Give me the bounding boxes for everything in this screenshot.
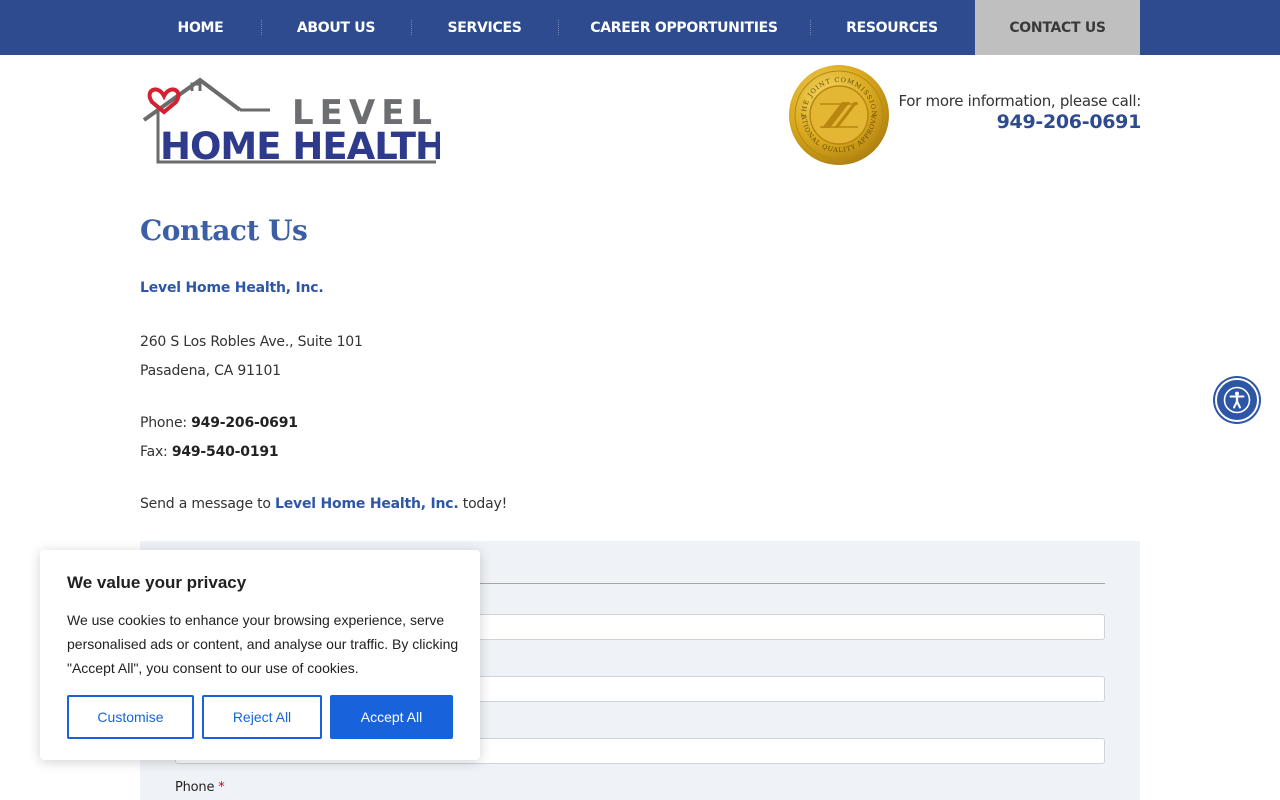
nav-item-contact-us[interactable]: CONTACT US: [975, 0, 1140, 55]
nav-item-services[interactable]: SERVICES: [411, 0, 558, 55]
fax-number: 949-540-0191: [171, 444, 279, 460]
phone-number[interactable]: 949-206-0691: [191, 415, 298, 431]
company-name-link[interactable]: Level Home Health, Inc.: [140, 280, 1140, 300]
gold-seal-icon: THE JOINT COMMISSION NATIONAL QUALITY AP…: [785, 58, 889, 165]
nav-inner: HOME ABOUT US SERVICES CAREER OPPORTUNIT…: [140, 0, 1140, 55]
fax-line: Fax: 949-540-0191: [140, 442, 1140, 471]
page-title: Contact Us: [140, 214, 308, 247]
cookie-title: We value your privacy: [67, 573, 247, 592]
address-line-2: Pasadena, CA 91101: [140, 363, 281, 379]
message-company-name: Level Home Health, Inc.: [275, 496, 459, 512]
header-call-box: For more information, please call: 949-2…: [890, 92, 1142, 133]
phone-line: Phone: 949-206-0691: [140, 413, 1140, 442]
required-asterisk: *: [218, 780, 225, 795]
accept-all-button[interactable]: Accept All: [330, 695, 453, 739]
header-phone-link[interactable]: 949-206-0691: [890, 111, 1142, 133]
nav-item-resources[interactable]: RESOURCES: [810, 0, 974, 55]
message-prefix: Send a message to: [140, 496, 276, 512]
cookie-description: We use cookies to enhance your browsing …: [67, 612, 459, 676]
cookie-consent-banner: We value your privacy We use cookies to …: [40, 550, 480, 760]
form-phone-label: Phone *: [175, 780, 225, 795]
nav-item-about-us[interactable]: ABOUT US: [261, 0, 411, 55]
call-label: For more information, please call:: [898, 92, 1142, 110]
phone-field-label-text: Phone: [175, 780, 215, 795]
reject-all-button[interactable]: Reject All: [202, 695, 322, 739]
accessibility-button[interactable]: [1215, 378, 1259, 422]
accessibility-person-icon: [1223, 386, 1251, 414]
joint-commission-seal: THE JOINT COMMISSION NATIONAL QUALITY AP…: [785, 58, 890, 166]
site-logo[interactable]: LEVEL HOME HEALTH: [140, 76, 446, 168]
contact-info: Level Home Health, Inc. 260 S Los Robles…: [140, 280, 1140, 523]
phone-label: Phone:: [140, 415, 192, 431]
logo-home-health-text: HOME HEALTH: [160, 125, 440, 168]
message-line: Send a message to Level Home Health, Inc…: [140, 494, 1140, 523]
customise-button[interactable]: Customise: [67, 695, 194, 739]
address-line-1: 260 S Los Robles Ave., Suite 101: [140, 334, 363, 350]
nav-item-career-opportunities[interactable]: CAREER OPPORTUNITIES: [558, 0, 810, 55]
nav-item-home[interactable]: HOME: [140, 0, 261, 55]
fax-label: Fax:: [140, 444, 172, 460]
message-suffix: today!: [458, 496, 507, 512]
main-navigation: HOME ABOUT US SERVICES CAREER OPPORTUNIT…: [0, 0, 1280, 55]
logo-house-icon: LEVEL HOME HEALTH: [142, 77, 446, 168]
